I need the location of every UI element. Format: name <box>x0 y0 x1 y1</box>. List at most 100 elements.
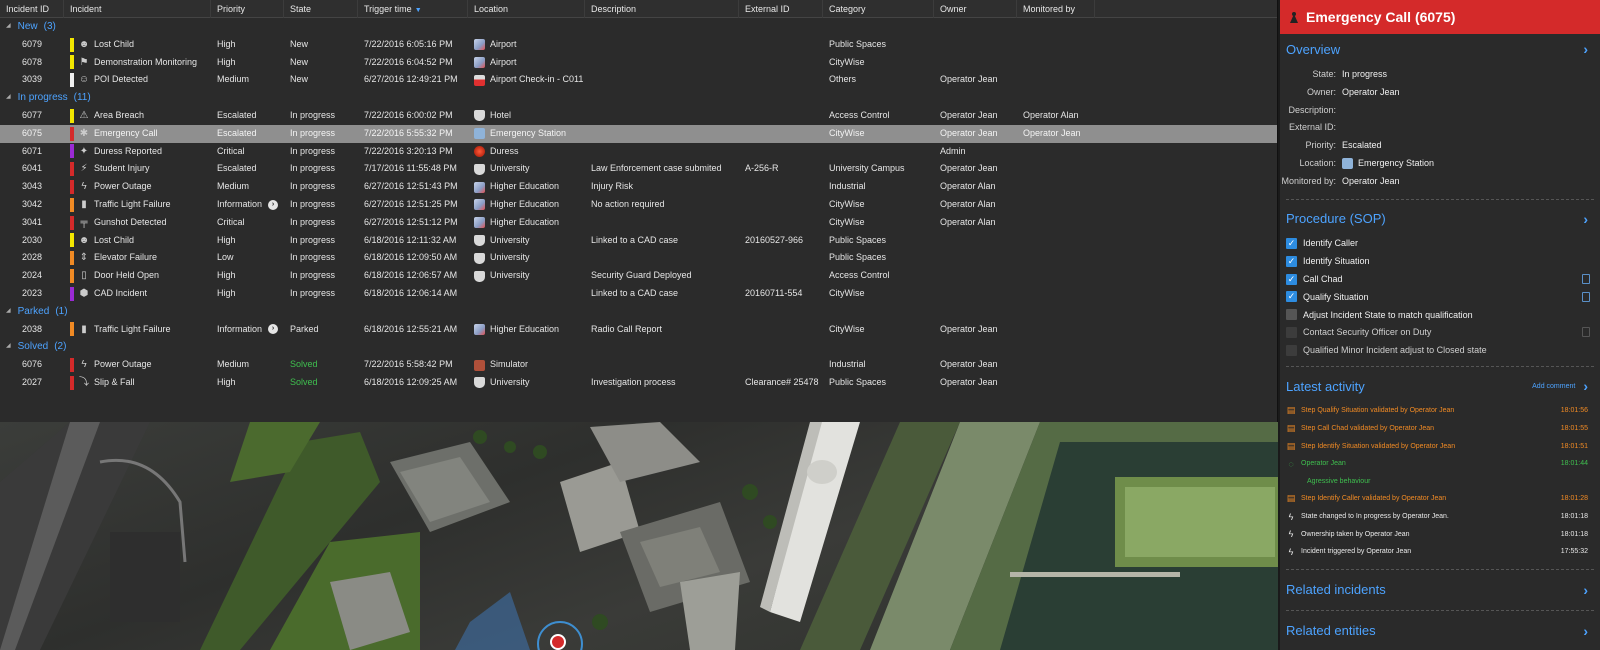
activity-time: 18:01:55 <box>1560 425 1588 433</box>
cell-description <box>585 107 739 125</box>
group-header-parked[interactable]: ◢ Parked (1) <box>0 303 1277 321</box>
collapse-caret-icon[interactable]: ◢ <box>6 18 11 36</box>
table-row[interactable]: 2027 ⤵ Slip & Fall High Solved 6/18/2016 12:0… <box>0 374 1277 392</box>
group-name: Parked <box>17 305 50 317</box>
column-header-description[interactable]: Description <box>585 0 739 18</box>
add-comment-link[interactable]: Add comment <box>1532 383 1575 390</box>
step-checkbox[interactable]: ✓ <box>1286 273 1297 285</box>
lightning-icon: ϟ <box>1288 529 1294 540</box>
chevron-right-icon[interactable]: › <box>1583 41 1588 57</box>
cell-monitored: Operator Jean <box>1023 127 1081 138</box>
column-header-incident-id[interactable]: Incident ID <box>0 0 64 18</box>
column-header-monitored-by[interactable]: Monitored by <box>1017 0 1095 18</box>
column-header-external-id[interactable]: External ID <box>739 0 823 18</box>
document-icon[interactable] <box>1582 291 1590 302</box>
sop-step[interactable]: Adjust Incident State to match qualifica… <box>1280 306 1600 324</box>
priority-color-bar <box>70 197 74 212</box>
incident-name: Power Outage <box>94 181 152 192</box>
table-row[interactable]: 6071 ✦ Duress Reported Critical In progress 7… <box>0 143 1277 161</box>
chevron-right-icon[interactable]: › <box>1583 378 1588 394</box>
table-row[interactable]: 6077 ⚠ Area Breach Escalated In progress 7/22… <box>0 107 1277 125</box>
shield-icon <box>474 377 485 389</box>
field-value-text: Emergency Station <box>1358 157 1435 168</box>
table-row[interactable]: 2028 ⇕ Elevator Failure Low In progress 6/18/… <box>0 249 1277 267</box>
sop-step[interactable]: Qualified Minor Incident adjust to Close… <box>1280 341 1600 359</box>
cell-location: Higher Education <box>468 196 585 214</box>
sop-step[interactable]: ✓ Identify Situation <box>1280 252 1600 270</box>
step-checkbox[interactable]: ✓ <box>1286 255 1297 267</box>
incident-map-marker[interactable] <box>550 634 566 650</box>
table-row[interactable]: 6075 ✱ Emergency Call Escalated In progress 7… <box>0 124 1277 143</box>
column-header-category[interactable]: Category <box>823 0 934 18</box>
step-checkbox[interactable] <box>1286 309 1297 321</box>
cell-priority: Escalated <box>217 109 257 120</box>
related-entities-header[interactable]: Related entities › <box>1280 611 1600 650</box>
table-row[interactable]: 2023 ⬢ CAD Incident High In progress 6/18/201… <box>0 285 1277 303</box>
activity-time: 18:01:28 <box>1560 495 1588 503</box>
info-arrow-icon[interactable]: › <box>268 324 279 335</box>
collapse-caret-icon[interactable]: ◢ <box>6 89 11 107</box>
table-row[interactable]: 3039 ☺ POI Detected Medium New 6/27/2016 12:4… <box>0 71 1277 89</box>
table-row[interactable]: 6041 ⚡ Student Injury Escalated In progress 7… <box>0 160 1277 178</box>
cell-owner <box>934 249 1017 267</box>
table-row[interactable]: 2030 ☻ Lost Child High In progress 6/18/2016 … <box>0 232 1277 250</box>
table-row[interactable]: 6076 ϟ Power Outage Medium Solved 7/22/2016 5… <box>0 356 1277 374</box>
column-header-state[interactable]: State <box>284 0 358 18</box>
sop-step[interactable]: ✓ Qualify Situation <box>1280 288 1600 306</box>
table-row[interactable]: 2024 ▯ Door Held Open High In progress 6/18/2… <box>0 267 1277 285</box>
table-row[interactable]: 2038 ▮ Traffic Light Failure Information › Pa… <box>0 321 1277 339</box>
chevron-right-icon[interactable]: › <box>1583 582 1588 598</box>
table-row[interactable]: 6079 ☻ Lost Child High New 7/22/2016 6:05:16 … <box>0 36 1277 54</box>
table-row[interactable]: 6078 ⚑ Demonstration Monitoring High New 7/22… <box>0 54 1277 72</box>
collapse-caret-icon[interactable]: ◢ <box>6 338 11 356</box>
cell-state: In progress <box>290 181 336 192</box>
document-icon[interactable] <box>1582 274 1590 285</box>
column-header-trigger-time[interactable]: Trigger time ▼ <box>358 0 468 18</box>
group-count: (1) <box>55 305 68 317</box>
cell-category: CityWise <box>829 56 865 67</box>
procedure-section-header[interactable]: Procedure (SOP) › <box>1280 203 1600 235</box>
cell-priority: Critical <box>217 145 245 156</box>
related-incidents-header[interactable]: Related incidents › <box>1280 570 1600 610</box>
sop-step[interactable]: ✓ Call Chad <box>1280 270 1600 288</box>
incident-name: Lost Child <box>94 234 135 245</box>
overview-section-header[interactable]: Overview › <box>1280 34 1600 64</box>
procedure-label: Procedure (SOP) <box>1286 211 1386 227</box>
chevron-right-icon[interactable]: › <box>1583 211 1588 227</box>
info-arrow-icon[interactable]: › <box>268 199 279 210</box>
group-header-in-progress[interactable]: ◢ In progress (11) <box>0 89 1277 107</box>
incident-name: Lost Child <box>94 38 135 49</box>
cell-id: 2024 <box>21 270 42 281</box>
map-view[interactable] <box>0 422 1278 650</box>
step-checkbox[interactable] <box>1286 344 1297 356</box>
location-name: University <box>490 252 530 263</box>
group-header-solved[interactable]: ◢ Solved (2) <box>0 338 1277 356</box>
sop-step[interactable]: ✓ Identify Caller <box>1280 235 1600 253</box>
location-name: Higher Education <box>490 198 560 209</box>
table-row[interactable]: 3041 ╤ Gunshot Detected Critical In progress… <box>0 214 1277 232</box>
cell-monitored <box>1017 71 1095 89</box>
chevron-right-icon[interactable]: › <box>1583 623 1588 639</box>
column-header-incident[interactable]: Incident <box>64 0 211 18</box>
document-icon[interactable] <box>1582 327 1590 338</box>
group-header-new[interactable]: ◢ New (3) <box>0 18 1277 36</box>
detail-title: Emergency Call (6075) <box>1306 9 1456 25</box>
cell-time: 6/27/2016 12:51:43 PM <box>364 181 458 192</box>
table-row[interactable]: 3043 ϟ Power Outage Medium In progress 6/27/2… <box>0 178 1277 196</box>
cell-incident: ▮ Traffic Light Failure <box>64 321 211 339</box>
column-header-owner[interactable]: Owner <box>934 0 1017 18</box>
overview-field: Description: <box>1280 102 1600 120</box>
column-header-location[interactable]: Location <box>468 0 585 18</box>
cell-monitored: Operator Alan <box>1023 109 1079 120</box>
incident-name: POI Detected <box>94 74 149 85</box>
siren-icon: ✱ <box>79 127 89 139</box>
step-checkbox[interactable]: ✓ <box>1286 291 1297 303</box>
activity-text: Step Qualify Situation validated by Oper… <box>1301 407 1455 415</box>
step-checkbox[interactable]: ✓ <box>1286 237 1297 249</box>
sop-step[interactable]: Contact Security Officer on Duty <box>1280 324 1600 342</box>
table-row[interactable]: 3042 ▮ Traffic Light Failure Information › In… <box>0 196 1277 214</box>
column-header-priority[interactable]: Priority <box>211 0 284 18</box>
collapse-caret-icon[interactable]: ◢ <box>6 303 11 321</box>
activity-text: Incident triggered by Operator Jean <box>1301 548 1412 556</box>
step-checkbox[interactable] <box>1286 326 1297 338</box>
